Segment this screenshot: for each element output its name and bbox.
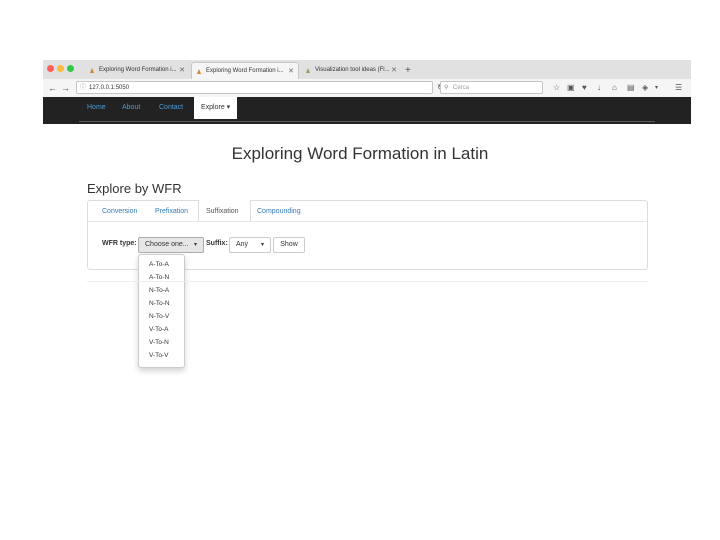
wfr-type-label: WFR type: xyxy=(102,240,137,247)
browser-tab-1[interactable]: Exploring Word Formation i... ✕ xyxy=(85,62,189,79)
content-divider xyxy=(87,281,648,282)
show-button[interactable]: Show xyxy=(273,237,305,253)
tab-bar: Exploring Word Formation i... ✕ Explorin… xyxy=(43,60,691,80)
tab-prefixation[interactable]: Prefixation xyxy=(155,206,188,218)
tab-compounding[interactable]: Compounding xyxy=(257,206,301,218)
tab-title: Visualization tool ideas (Fl... xyxy=(315,67,390,73)
home-icon[interactable]: ⌂ xyxy=(612,82,617,94)
chevron-down-icon: ▾ xyxy=(260,242,264,248)
nav-explore-dropdown[interactable]: Explore ▾ xyxy=(194,97,238,119)
dropdown-option[interactable]: V-To-N xyxy=(149,339,169,346)
dropdown-option[interactable]: V-To-A xyxy=(149,326,169,333)
bookmark-star-icon[interactable]: ☆ xyxy=(553,82,560,94)
navbar-divider xyxy=(79,121,655,122)
nav-about-link[interactable]: About xyxy=(122,97,140,119)
url-text: 127.0.0.1:5050 xyxy=(89,85,130,91)
suffix-value: Any xyxy=(236,241,249,248)
maximize-window-button[interactable] xyxy=(67,65,74,72)
dropdown-option[interactable]: N-To-A xyxy=(149,287,169,294)
pocket-icon[interactable]: ♥ xyxy=(582,82,587,94)
chevron-down-icon: ▾ xyxy=(193,242,197,248)
nav-home-link[interactable]: Home xyxy=(87,97,106,119)
chat-icon[interactable]: ▤ xyxy=(627,82,635,94)
page-title: Exploring Word Formation in Latin xyxy=(231,144,489,163)
forward-arrow-icon[interactable]: → xyxy=(61,82,70,94)
browser-tab-3[interactable]: Visualization tool ideas (Fl... ✕ xyxy=(301,62,401,79)
site-favicon-icon xyxy=(90,68,94,73)
info-icon: ⓘ xyxy=(80,85,87,91)
close-tab-icon[interactable]: ✕ xyxy=(179,62,185,79)
site-favicon-icon xyxy=(197,69,201,74)
dropdown-option[interactable]: A-To-A xyxy=(149,261,169,268)
new-tab-button[interactable]: + xyxy=(405,62,411,79)
minimize-window-button[interactable] xyxy=(57,65,64,72)
menu-hamburger-icon[interactable]: ☰ xyxy=(675,82,682,94)
search-placeholder: Cerca xyxy=(453,85,470,91)
tab-suffixation[interactable]: Suffixation xyxy=(206,206,239,218)
search-icon: ⚲ xyxy=(444,85,449,91)
wfr-type-select[interactable]: Choose one... ▾ xyxy=(138,237,204,253)
suffix-select[interactable]: Any ▾ xyxy=(229,237,271,253)
section-heading: Explore by WFR xyxy=(87,181,182,196)
dropdown-option[interactable]: A-To-N xyxy=(149,274,169,281)
close-window-button[interactable] xyxy=(47,65,54,72)
url-toolbar: ← → ⓘ 127.0.0.1:5050 ↻ ⚲ Cerca ☆ ▣ ♥ ↓ ⌂… xyxy=(43,79,691,98)
reading-list-icon[interactable]: ▣ xyxy=(567,82,575,94)
dropdown-option[interactable]: N-To-N xyxy=(149,300,170,307)
download-icon[interactable]: ↓ xyxy=(597,82,601,94)
search-input[interactable]: ⚲ Cerca xyxy=(440,81,543,94)
document-favicon-icon xyxy=(306,68,310,73)
nav-contact-link[interactable]: Contact xyxy=(159,97,183,119)
close-tab-icon[interactable]: ✕ xyxy=(391,62,397,79)
overflow-chevron-icon[interactable]: ▾ xyxy=(655,82,658,94)
site-navbar: Home About Contact Explore ▾ xyxy=(43,97,691,124)
tab-title: Exploring Word Formation i... xyxy=(99,67,177,73)
dropdown-option[interactable]: N-To-V xyxy=(149,313,169,320)
tab-conversion[interactable]: Conversion xyxy=(102,206,137,218)
back-arrow-icon[interactable]: ← xyxy=(48,82,57,94)
dropdown-option[interactable]: V-To-V xyxy=(149,352,169,359)
browser-window: Exploring Word Formation i... ✕ Explorin… xyxy=(43,60,691,124)
tab-title: Exploring Word Formation i... xyxy=(206,68,284,74)
extension-shield-icon[interactable]: ◈ xyxy=(642,82,648,94)
wfr-type-value: Choose one... xyxy=(145,241,189,248)
suffix-label: Suffix: xyxy=(206,240,228,247)
address-bar[interactable]: ⓘ 127.0.0.1:5050 ↻ xyxy=(76,81,444,94)
close-tab-icon[interactable]: ✕ xyxy=(288,63,294,79)
browser-tab-2[interactable]: Exploring Word Formation i... ✕ xyxy=(191,62,299,79)
wfr-type-dropdown-menu: A-To-A A-To-N N-To-A N-To-N N-To-V V-To-… xyxy=(138,254,185,368)
tabs-divider xyxy=(88,221,647,222)
